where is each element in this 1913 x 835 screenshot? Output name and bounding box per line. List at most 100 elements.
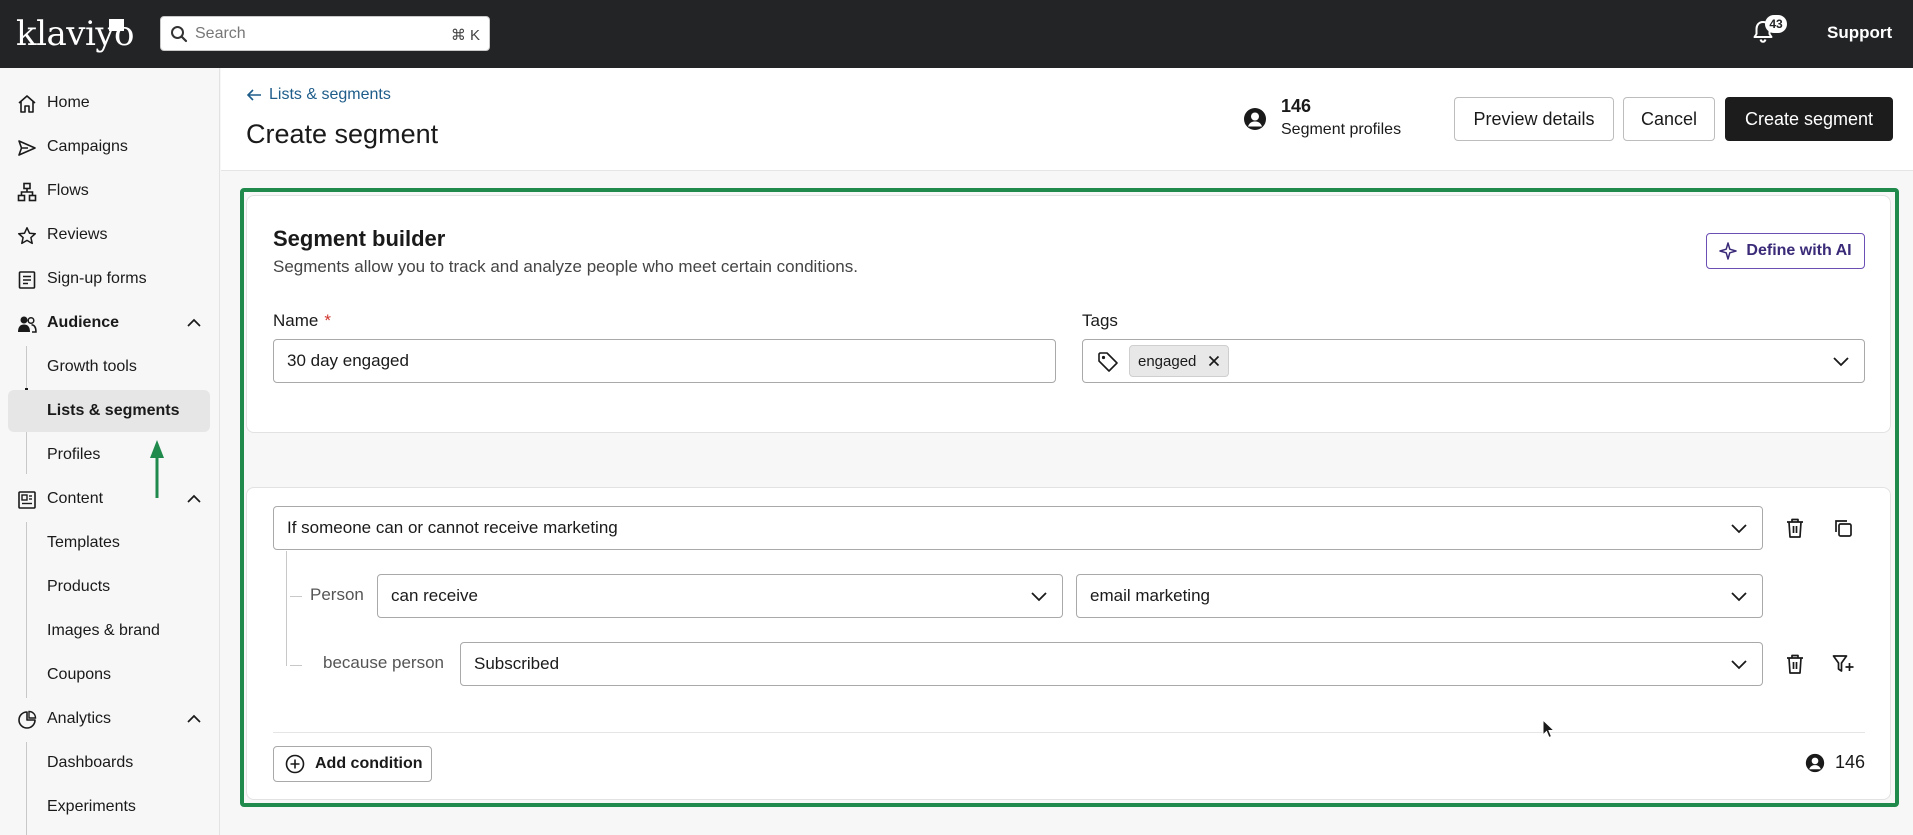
star-icon bbox=[17, 227, 37, 245]
sidebar-item-label: Audience bbox=[47, 314, 120, 331]
tag-icon bbox=[1098, 352, 1118, 372]
trash-icon bbox=[1787, 518, 1803, 538]
reason-value: Subscribed bbox=[474, 654, 560, 673]
sidebar-item-images-brand[interactable]: Images & brand bbox=[8, 610, 210, 652]
search-box[interactable]: ⌘ K bbox=[160, 16, 490, 51]
annotation-arrow-icon bbox=[150, 440, 164, 498]
condition-tree-line bbox=[286, 551, 287, 666]
analytics-icon bbox=[18, 710, 37, 729]
profiles-count: 146 bbox=[1281, 96, 1312, 116]
sidebar-item-flows[interactable]: Flows bbox=[8, 170, 210, 212]
delete-subcondition-button[interactable] bbox=[1780, 649, 1810, 679]
sidebar-item-label: Content bbox=[47, 490, 104, 507]
sidebar-item-label: Campaigns bbox=[47, 138, 128, 155]
can-receive-value: can receive bbox=[391, 586, 478, 605]
sidebar-item-label: Coupons bbox=[47, 666, 112, 683]
sidebar-item-reviews[interactable]: Reviews bbox=[8, 214, 210, 256]
duplicate-condition-button[interactable] bbox=[1828, 513, 1858, 543]
tag-chip-label: engaged bbox=[1138, 352, 1197, 370]
condition-count-value: 146 bbox=[1835, 752, 1866, 772]
add-condition-button[interactable]: Add condition bbox=[273, 746, 432, 782]
chevron-down-icon bbox=[1731, 660, 1747, 670]
support-link[interactable]: Support bbox=[1827, 23, 1892, 43]
top-bar: klaviyo ⌘ K 43 Support bbox=[0, 0, 1913, 68]
home-icon bbox=[18, 95, 36, 113]
chevron-up-icon[interactable] bbox=[186, 712, 202, 726]
channel-value: email marketing bbox=[1090, 586, 1210, 605]
sidebar-item-campaigns[interactable]: Campaigns bbox=[8, 126, 210, 168]
name-label-text: Name bbox=[273, 311, 319, 330]
chevron-up-icon[interactable] bbox=[186, 316, 202, 330]
condition-type-value: If someone can or cannot receive marketi… bbox=[287, 518, 618, 537]
add-filter-button[interactable] bbox=[1828, 649, 1858, 679]
tag-chip: engaged bbox=[1129, 345, 1230, 377]
sidebar-item-products[interactable]: Products bbox=[8, 566, 210, 608]
sidebar-item-label: Growth tools bbox=[47, 358, 137, 375]
sidebar-item-label: Reviews bbox=[47, 226, 108, 243]
sidebar-item-label: Analytics bbox=[47, 710, 112, 727]
condition-type-select[interactable]: If someone can or cannot receive marketi… bbox=[273, 506, 1763, 550]
page-title: Create segment bbox=[246, 119, 439, 149]
sidebar-item-experiments[interactable]: Experiments bbox=[8, 786, 210, 828]
filter-plus-icon bbox=[1832, 655, 1854, 672]
back-link[interactable]: Lists & segments bbox=[246, 86, 391, 104]
sidebar-item-dashboards[interactable]: Dashboards bbox=[8, 742, 210, 784]
flows-icon bbox=[17, 182, 37, 202]
chevron-up-icon[interactable] bbox=[186, 492, 202, 506]
sidebar-item-label: Experiments bbox=[47, 798, 136, 815]
reason-select[interactable]: Subscribed bbox=[460, 642, 1763, 686]
conditions-divider bbox=[273, 732, 1865, 733]
back-link-label: Lists & segments bbox=[269, 86, 391, 103]
name-input-value: 30 day engaged bbox=[287, 351, 409, 370]
sidebar-item-label: Products bbox=[47, 578, 111, 595]
sidebar-item-label: Lists & segments bbox=[47, 402, 180, 419]
channel-select[interactable]: email marketing bbox=[1076, 574, 1763, 618]
sidebar-item-label: Images & brand bbox=[47, 622, 160, 639]
required-mark: * bbox=[324, 311, 331, 330]
condition-profile-count: 146 bbox=[1805, 752, 1865, 773]
form-icon bbox=[18, 271, 36, 289]
sidebar-item-label: Profiles bbox=[47, 446, 101, 463]
preview-details-button[interactable]: Preview details bbox=[1454, 97, 1614, 141]
page-header: Lists & segments Create segment 146 Segm… bbox=[221, 68, 1913, 171]
sidebar-item-templates[interactable]: Templates bbox=[8, 522, 210, 564]
name-input[interactable]: 30 day engaged bbox=[273, 339, 1056, 383]
close-icon[interactable] bbox=[1208, 355, 1220, 367]
sidebar-item-signup-forms[interactable]: Sign-up forms bbox=[8, 258, 210, 300]
sidebar-item-label: Templates bbox=[47, 534, 120, 551]
sparkle-icon bbox=[1719, 242, 1738, 260]
cancel-button[interactable]: Cancel bbox=[1623, 97, 1715, 141]
condition-tree-branch bbox=[290, 665, 302, 666]
sidebar-item-content[interactable]: Content bbox=[8, 478, 210, 520]
define-with-ai-button[interactable]: Define with AI bbox=[1706, 233, 1865, 269]
sidebar-item-label: Dashboards bbox=[47, 754, 134, 771]
name-field-label: Name * bbox=[273, 311, 331, 331]
sidebar-item-label: Sign-up forms bbox=[47, 270, 147, 287]
mouse-cursor-icon bbox=[1542, 719, 1556, 739]
define-with-ai-label: Define with AI bbox=[1746, 242, 1852, 259]
sidebar-item-growth-tools[interactable]: Growth tools bbox=[8, 346, 210, 388]
user-circle-icon bbox=[1244, 108, 1266, 130]
create-segment-button[interactable]: Create segment bbox=[1725, 97, 1893, 141]
content-icon bbox=[18, 491, 36, 509]
sidebar-item-coupons[interactable]: Coupons bbox=[8, 654, 210, 696]
sidebar-item-analytics[interactable]: Analytics bbox=[8, 698, 210, 740]
user-circle-icon bbox=[1805, 753, 1825, 772]
trash-icon bbox=[1787, 654, 1803, 674]
sidebar-item-lists-segments[interactable]: Lists & segments bbox=[8, 390, 210, 432]
search-icon bbox=[171, 26, 188, 43]
sidebar-item-home[interactable]: Home bbox=[8, 82, 210, 124]
sidebar-item-label: Home bbox=[47, 94, 90, 111]
because-person-label: because person bbox=[323, 653, 444, 672]
delete-condition-button[interactable] bbox=[1780, 513, 1810, 543]
add-condition-label: Add condition bbox=[315, 755, 423, 772]
arrow-left-icon bbox=[246, 89, 261, 101]
search-shortcut: ⌘ K bbox=[450, 27, 480, 44]
copy-icon bbox=[1835, 520, 1852, 537]
chevron-down-icon[interactable] bbox=[1832, 354, 1850, 368]
sidebar-item-profiles[interactable]: Profiles bbox=[8, 434, 210, 476]
tags-input[interactable]: engaged bbox=[1082, 339, 1865, 383]
sidebar-item-audience[interactable]: Audience bbox=[8, 302, 210, 344]
search-input[interactable] bbox=[195, 17, 395, 50]
can-receive-select[interactable]: can receive bbox=[377, 574, 1063, 618]
